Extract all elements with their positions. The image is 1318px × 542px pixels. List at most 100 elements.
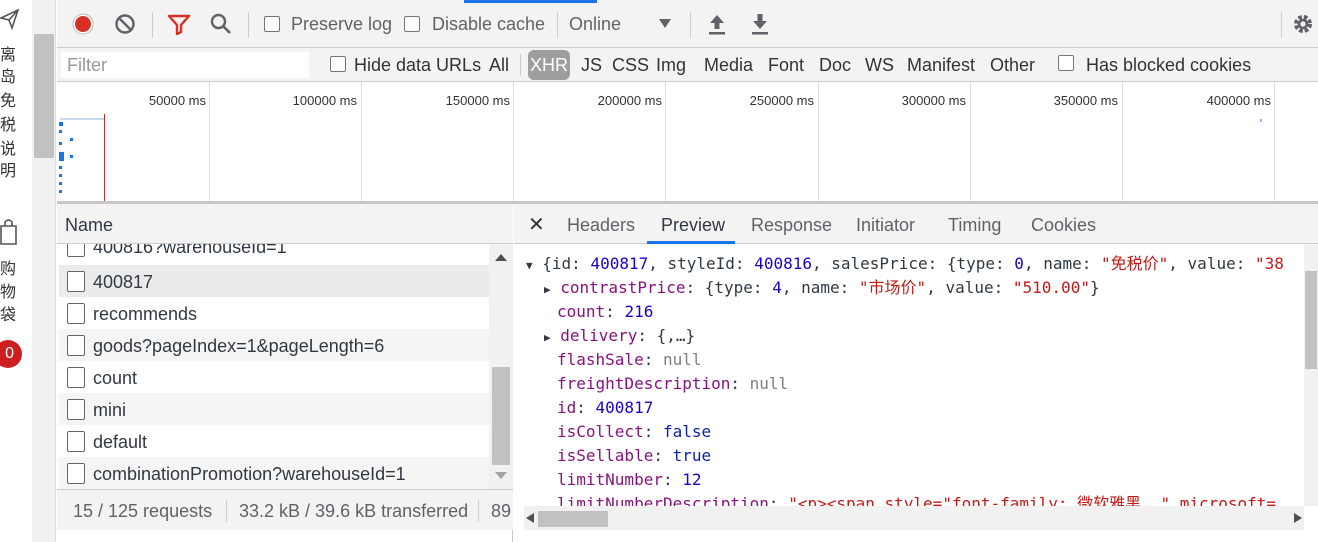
document-icon [67,271,85,292]
request-row-selected[interactable]: 400817 [59,265,489,297]
preserve-log-label[interactable]: Preserve log [291,14,392,35]
settings-gear-icon[interactable] [1291,12,1315,36]
tab-timing[interactable]: Timing [948,215,1001,236]
toolbar-divider [557,12,558,38]
request-row[interactable]: combinationPromotion?warehouseId=1 [59,457,489,489]
request-name: goods?pageIndex=1&pageLength=6 [93,336,385,356]
scroll-left-arrow-icon[interactable] [526,513,534,523]
request-row[interactable]: default [59,425,489,457]
expanded-triangle-icon[interactable]: ▼ [526,259,533,272]
type-filter-other[interactable]: Other [990,55,1035,76]
preview-vertical-scrollbar[interactable] [1304,244,1318,506]
page-scrollbar-thumb[interactable] [34,34,54,158]
type-filter-xhr[interactable]: XHR [528,50,570,80]
export-har-icon[interactable] [749,12,771,36]
scroll-right-arrow-icon[interactable] [1294,513,1302,523]
page-text-char: 明 [0,161,17,180]
filter-icon[interactable] [167,12,191,36]
document-icon [67,431,85,452]
collapsed-triangle-icon[interactable]: ▶ [544,331,551,344]
toolbar-divider [152,12,153,38]
request-name: 400817 [93,272,154,292]
request-row[interactable]: mini [59,393,489,425]
page-scrollbar[interactable] [32,0,56,542]
page-text-char: 免 [0,91,17,110]
load-event-marker [104,114,105,201]
filter-input[interactable] [61,52,309,78]
toolbar-divider [1281,12,1282,38]
timeline-gridline [665,82,666,201]
filter-bar: Hide data URLs All XHR JS CSS Img Media … [57,48,1318,82]
type-filter-doc[interactable]: Doc [819,55,851,76]
devtools-network-panel: Preserve log Disable cache Online Hide d… [57,0,1318,542]
collapsed-triangle-icon[interactable]: ▶ [544,283,551,296]
json-field-count: count: 216 [557,302,654,321]
timeline-gridline [818,82,819,201]
clear-icon[interactable] [113,12,137,36]
cart-count-badge: 0 [0,340,22,368]
tab-headers[interactable]: Headers [567,215,635,236]
type-filter-manifest[interactable]: Manifest [907,55,975,76]
hide-data-urls-label[interactable]: Hide data URLs [354,55,481,76]
json-field-delivery[interactable]: ▶ delivery: {,…} [544,324,695,348]
preview-horizontal-scrollbar[interactable] [524,506,1304,530]
scroll-up-arrow-icon[interactable] [495,254,507,261]
request-row[interactable]: goods?pageIndex=1&pageLength=6 [59,329,489,361]
request-row[interactable]: 400816?warehouseId=1 [59,244,489,262]
timeline-overview[interactable]: 50000 ms 100000 ms 150000 ms 200000 ms 2… [57,82,1318,204]
close-icon[interactable]: ✕ [528,212,545,237]
tab-response[interactable]: Response [751,215,832,236]
preview-horizontal-scrollbar-thumb[interactable] [538,511,608,527]
tab-initiator[interactable]: Initiator [856,215,915,236]
timeline-gridline [361,82,362,201]
request-list: 400816?warehouseId=1 400817 recommends g… [59,244,489,489]
request-list-scrollbar[interactable] [489,244,513,489]
document-icon [67,303,85,324]
tab-cookies[interactable]: Cookies [1031,215,1096,236]
shopping-bag-icon[interactable] [0,218,18,246]
search-icon[interactable] [209,12,233,36]
page-text-char: 说 [0,139,17,158]
timeline-request-mark [1260,119,1262,122]
import-har-icon[interactable] [706,12,728,36]
summary-divider [226,500,227,522]
request-row[interactable]: recommends [59,297,489,329]
json-field-freightDescription: freightDescription: null [557,374,789,393]
type-filter-img[interactable]: Img [656,55,686,76]
timeline-tick-label: 100000 ms [292,93,357,108]
json-preview: ▼ {id: 400817, styleId: 400816, salesPri… [514,244,1304,506]
json-root-line[interactable]: ▼ {id: 400817, styleId: 400816, salesPri… [526,252,1284,276]
record-icon[interactable] [71,12,95,36]
type-filter-ws[interactable]: WS [865,55,894,76]
request-list-scrollbar-thumb[interactable] [492,367,510,465]
json-field-contrastPrice[interactable]: ▶ contrastPrice: {type: 4, name: "市场价", … [544,276,1100,300]
request-row[interactable]: count [59,361,489,393]
type-filter-js[interactable]: JS [581,55,602,76]
hide-data-urls-checkbox[interactable] [330,56,346,72]
timeline-request-bar [60,118,104,120]
has-blocked-cookies-checkbox[interactable] [1058,55,1074,71]
has-blocked-cookies-label[interactable]: Has blocked cookies [1086,55,1251,76]
scroll-down-arrow-icon[interactable] [495,472,507,479]
preview-vertical-scrollbar-thumb[interactable] [1305,271,1317,369]
type-filter-css[interactable]: CSS [612,55,649,76]
request-count: 15 / 125 requests [73,501,213,521]
preserve-log-checkbox[interactable] [264,16,280,32]
page-text-char: 岛 [0,67,17,86]
dropdown-arrow-icon[interactable] [659,19,671,29]
tab-preview[interactable]: Preview [661,215,725,236]
type-filter-font[interactable]: Font [768,55,804,76]
throttling-select[interactable]: Online [569,14,621,35]
disable-cache-checkbox[interactable] [404,16,420,32]
timeline-gridline [970,82,971,201]
timeline-request-marks [59,122,73,193]
transfer-size: 33.2 kB / 39.6 kB transferred [239,501,469,521]
document-icon [67,367,85,388]
name-column-header[interactable]: Name [57,204,513,244]
type-filter-all[interactable]: All [489,55,509,76]
document-icon [67,463,85,484]
type-filter-media[interactable]: Media [704,55,753,76]
send-icon[interactable] [0,8,20,30]
disable-cache-label[interactable]: Disable cache [432,14,545,35]
json-field-flashSale: flashSale: null [557,350,702,369]
